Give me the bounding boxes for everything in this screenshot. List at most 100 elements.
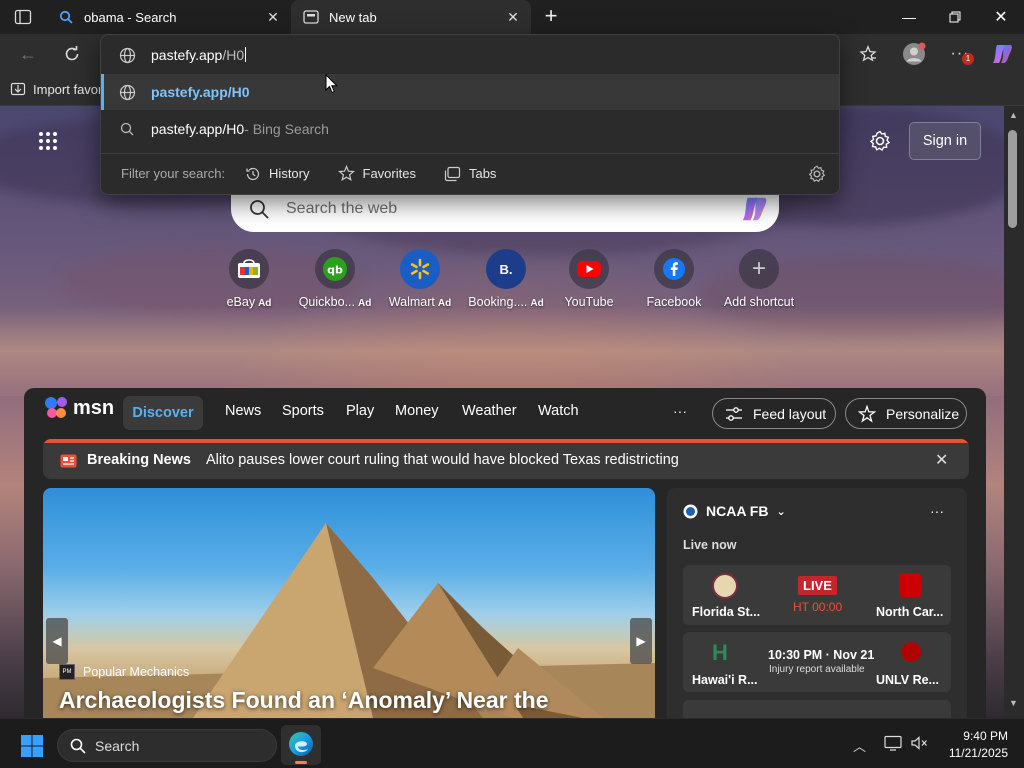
nav-weather[interactable]: Weather <box>462 403 517 419</box>
feed-layout-button[interactable]: Feed layout <box>712 398 836 429</box>
nav-label: Discover <box>132 405 194 421</box>
add-shortcut-button[interactable]: + Add shortcut <box>714 249 804 309</box>
scroll-up-icon[interactable]: ▲ <box>1009 110 1018 120</box>
breaking-news-label: Breaking News <box>87 452 191 468</box>
restore-button[interactable] <box>932 0 978 34</box>
edge-taskbar-icon[interactable] <box>281 725 321 765</box>
game-card[interactable]: H Hawai'i R... 10:30 PM · Nov 21 Injury … <box>683 632 951 692</box>
apps-grid-icon[interactable] <box>38 131 58 151</box>
network-sound-icon[interactable] <box>910 735 928 756</box>
close-window-button[interactable]: ✕ <box>978 0 1024 34</box>
import-favorites-label: Import favor <box>33 81 103 97</box>
away-team: North Car... <box>876 605 944 619</box>
copilot-icon[interactable] <box>739 195 769 228</box>
tab-search[interactable]: obama - Search ✕ <box>46 0 291 34</box>
tab-new-tab[interactable]: New tab ✕ <box>291 0 531 34</box>
next-slide-button[interactable]: ▶ <box>630 618 652 664</box>
import-favorites-button[interactable]: Import favor <box>10 81 102 97</box>
import-icon <box>10 81 26 97</box>
msn-logo-text: msn <box>73 396 115 419</box>
away-team: UNLV Re... <box>876 673 939 687</box>
filter-tabs-label: Tabs <box>468 166 497 181</box>
windows-start-icon[interactable] <box>20 734 44 758</box>
quicklink-quickbooks[interactable]: qb Quickbo... Ad <box>290 249 380 309</box>
notification-badge: 1 <box>962 53 974 65</box>
live-now-label: Live now <box>683 538 737 552</box>
breaking-news-banner[interactable]: Breaking News Alito pauses lower court r… <box>43 439 969 479</box>
address-input[interactable]: pastefy.app/H0 <box>151 47 247 63</box>
clock-date[interactable]: 11/21/2025 <box>938 746 1008 760</box>
quicklink-walmart[interactable]: Walmart Ad <box>375 249 465 309</box>
sparkle-icon <box>858 404 876 423</box>
back-icon[interactable]: ← <box>12 38 44 70</box>
tab-title: New tab <box>329 9 377 25</box>
nav-more-icon[interactable]: ··· <box>673 403 687 419</box>
game-time: 10:30 PM · Nov 21 <box>768 648 875 662</box>
nav-news[interactable]: News <box>225 403 261 419</box>
ad-badge: Ad <box>258 298 272 309</box>
nav-discover[interactable]: Discover <box>123 396 203 430</box>
scroll-down-icon[interactable]: ▼ <box>1009 698 1018 708</box>
nav-watch[interactable]: Watch <box>538 403 579 419</box>
nav-play[interactable]: Play <box>346 403 374 419</box>
search-icon <box>70 738 86 754</box>
sign-in-button[interactable]: Sign in <box>909 122 981 160</box>
quicklink-youtube[interactable]: YouTube <box>544 249 634 309</box>
history-icon <box>246 167 260 180</box>
quicklink-label: Add shortcut <box>723 295 795 309</box>
live-badge: LIVE <box>798 576 837 595</box>
ad-badge: Ad <box>530 298 544 309</box>
sign-in-label: Sign in <box>922 133 968 149</box>
new-tab-button[interactable]: + <box>540 5 562 28</box>
copilot-icon[interactable] <box>986 38 1018 70</box>
minimize-button[interactable]: — <box>886 0 932 34</box>
hero-title[interactable]: Archaeologists Found an ‘Anomaly’ Near t… <box>59 687 548 714</box>
tab-actions-icon[interactable] <box>14 9 32 25</box>
close-icon[interactable]: ✕ <box>935 450 948 470</box>
quicklink-ebay[interactable]: eBay Ad <box>204 249 294 309</box>
league-selector[interactable]: NCAA FB ⌄ <box>683 503 786 519</box>
game-card-partial <box>683 700 951 718</box>
nav-money[interactable]: Money <box>395 403 439 419</box>
personalize-button[interactable]: Personalize <box>845 398 967 429</box>
chevron-down-icon: ⌄ <box>776 505 786 518</box>
filter-favorites-label: Favorites <box>362 166 416 181</box>
page-settings-gear-icon[interactable] <box>869 130 891 152</box>
sports-more-icon[interactable]: ··· <box>930 503 944 519</box>
search-icon <box>249 199 269 224</box>
favorites-star-icon[interactable] <box>852 38 884 70</box>
quicklink-label: Facebook <box>646 295 702 309</box>
previous-slide-button[interactable]: ◀ <box>46 618 68 664</box>
breaking-news-headline[interactable]: Alito pauses lower court ruling that wou… <box>206 452 679 468</box>
unlv-logo-icon <box>901 642 921 662</box>
quicklink-label: eBay <box>226 295 256 309</box>
display-icon[interactable] <box>884 735 902 756</box>
suggestion-settings-gear-icon[interactable] <box>808 165 826 186</box>
quicklink-booking[interactable]: B. Booking.... Ad <box>461 249 551 309</box>
clock-time[interactable]: 9:40 PM <box>958 729 1008 743</box>
close-tab-icon[interactable]: ✕ <box>265 9 281 25</box>
chevron-up-icon[interactable]: ︿ <box>853 736 866 755</box>
league-name: NCAA FB <box>706 503 769 519</box>
msn-logo[interactable]: msn <box>44 396 114 420</box>
search-placeholder: Search the web <box>286 200 398 217</box>
filter-favorites[interactable]: Favorites <box>337 165 416 182</box>
filter-history[interactable]: History <box>245 166 310 182</box>
refresh-icon[interactable] <box>56 38 88 70</box>
hero-source[interactable]: PM Popular Mechanics <box>59 664 189 680</box>
close-tab-icon[interactable]: ✕ <box>505 9 521 25</box>
filter-history-label: History <box>269 166 310 181</box>
address-input-row[interactable]: pastefy.app/H0 <box>101 37 839 73</box>
hero-article-card[interactable]: ◀ ▶ PM Popular Mechanics Archaeologists … <box>43 488 655 718</box>
profile-avatar-icon[interactable] <box>898 38 930 70</box>
suggestion-url[interactable]: pastefy.app/H0 <box>101 74 839 110</box>
filter-tabs[interactable]: Tabs <box>444 166 496 182</box>
scrollbar-thumb[interactable] <box>1008 130 1017 228</box>
suggestion-search[interactable]: pastefy.app/H0 - Bing Search <box>101 111 839 147</box>
quicklink-facebook[interactable]: Facebook <box>629 249 719 309</box>
msn-butterfly-icon <box>44 396 70 420</box>
nav-sports[interactable]: Sports <box>282 403 324 419</box>
nc-state-logo-icon <box>899 573 921 597</box>
game-card[interactable]: Florida St... LIVE HT 00:00 North Car... <box>683 565 951 625</box>
taskbar-search-box[interactable]: Search <box>57 729 277 762</box>
